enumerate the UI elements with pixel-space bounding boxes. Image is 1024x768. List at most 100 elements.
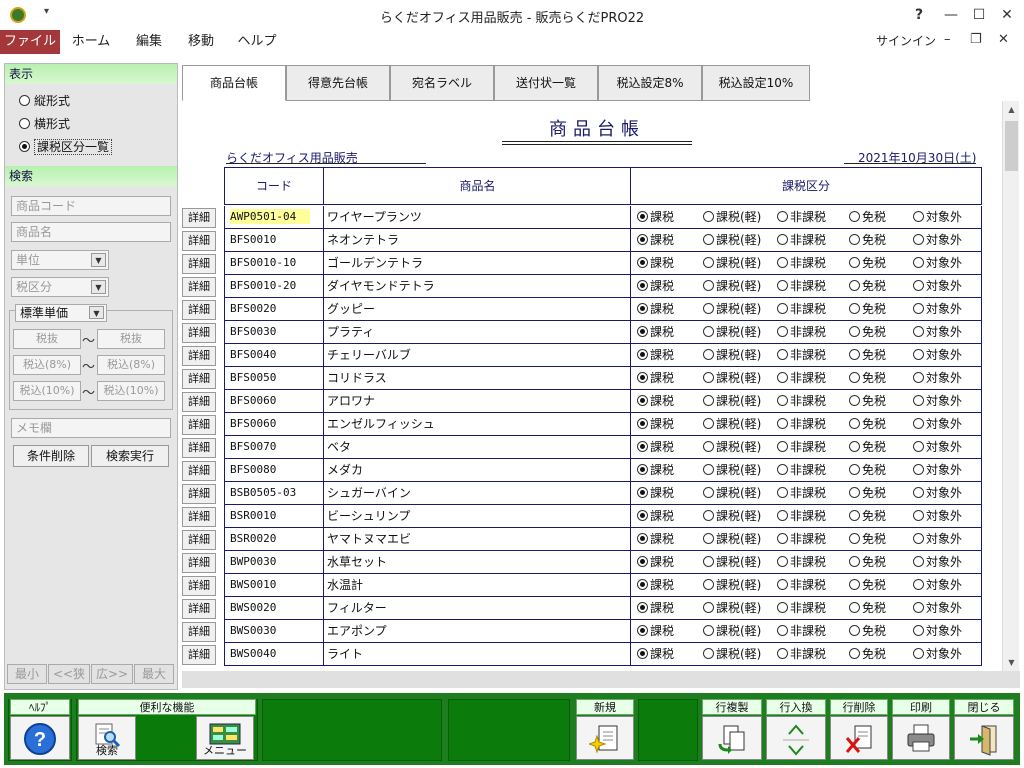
menu-home[interactable]: ホーム [66,30,116,54]
tax-option-radio[interactable]: 課税(軽) [703,367,761,389]
radio-tax-class-list[interactable]: 課税区分一覧 [19,138,113,156]
tax-option-radio[interactable]: 免税 [849,252,886,274]
tax-option-radio[interactable]: 非課税 [777,275,826,297]
print-button[interactable] [892,716,950,760]
product-name-cell[interactable]: プラティ [325,321,631,343]
product-name-cell[interactable]: フィルター [325,597,631,619]
tax-option-radio[interactable]: 非課税 [777,321,826,343]
tax-option-radio[interactable]: 課税 [637,390,674,412]
tax-option-radio[interactable]: 対象外 [913,321,962,343]
tax-option-radio[interactable]: 課税(軽) [703,344,761,366]
tax-option-radio[interactable]: 対象外 [913,229,962,251]
detail-button[interactable]: 詳細 [182,553,216,573]
new-button[interactable] [576,716,634,760]
tax-option-radio[interactable]: 課税 [637,229,674,251]
product-name-cell[interactable]: 水草セット [325,551,631,573]
tax-option-radio[interactable]: 課税(軽) [703,229,761,251]
tax-option-radio[interactable]: 課税(軽) [703,413,761,435]
tax-option-radio[interactable]: 免税 [849,574,886,596]
tax-excl-max-input[interactable]: 税抜 [97,329,165,349]
memo-input[interactable]: メモ欄 [11,418,171,438]
product-name-cell[interactable]: エアポンプ [325,620,631,642]
tab-tax-incl-10[interactable]: 税込設定10% [702,65,810,101]
menu-help[interactable]: ヘルプ [230,30,284,54]
detail-button[interactable]: 詳細 [182,346,216,366]
tax-option-radio[interactable]: 対象外 [913,574,962,596]
tax-incl8-max-input[interactable]: 税込(8%) [97,355,165,375]
vertical-scrollbar[interactable]: ▲ ▼ [1002,101,1019,671]
product-code-cell[interactable]: BWP0030 [225,551,324,573]
product-name-cell[interactable]: メダカ [325,459,631,481]
tab-address-label[interactable]: 宛名ラベル [390,65,494,101]
product-name-cell[interactable]: ビーシュリンプ [325,505,631,527]
tax-option-radio[interactable]: 課税(軽) [703,436,761,458]
detail-button[interactable]: 詳細 [182,461,216,481]
tax-option-radio[interactable]: 課税 [637,528,674,550]
detail-button[interactable]: 詳細 [182,507,216,527]
tax-option-radio[interactable]: 対象外 [913,206,962,228]
max-width-button[interactable]: 最大 [134,664,174,684]
detail-button[interactable]: 詳細 [182,300,216,320]
product-code-cell[interactable]: BSR0010 [225,505,324,527]
tax-option-radio[interactable]: 対象外 [913,551,962,573]
product-code-cell[interactable]: AWP0501-04 [225,206,324,228]
tax-incl10-min-input[interactable]: 税込(10%) [13,381,81,401]
product-name-input[interactable]: 商品名 [11,222,171,242]
detail-button[interactable]: 詳細 [182,576,216,596]
tax-option-radio[interactable]: 課税 [637,482,674,504]
tax-option-radio[interactable]: 免税 [849,528,886,550]
tax-option-radio[interactable]: 課税(軽) [703,459,761,481]
tax-incl10-max-input[interactable]: 税込(10%) [97,381,165,401]
widen-button[interactable]: 広>> [91,664,133,684]
tax-incl8-min-input[interactable]: 税込(8%) [13,355,81,375]
tab-tax-incl-8[interactable]: 税込設定8% [598,65,702,101]
tax-option-radio[interactable]: 対象外 [913,252,962,274]
tax-option-radio[interactable]: 非課税 [777,574,826,596]
product-code-cell[interactable]: BFS0030 [225,321,324,343]
product-code-cell[interactable]: BFS0010-10 [225,252,324,274]
tax-option-radio[interactable]: 課税 [637,413,674,435]
tax-option-radio[interactable]: 課税 [637,298,674,320]
tax-option-radio[interactable]: 課税 [637,505,674,527]
detail-button[interactable]: 詳細 [182,530,216,550]
tax-option-radio[interactable]: 免税 [849,505,886,527]
product-name-cell[interactable]: ゴールデンテトラ [325,252,631,274]
tax-option-radio[interactable]: 課税 [637,643,674,665]
tax-option-radio[interactable]: 免税 [849,390,886,412]
product-name-cell[interactable]: アロワナ [325,390,631,412]
detail-button[interactable]: 詳細 [182,208,216,228]
tax-option-radio[interactable]: 免税 [849,643,886,665]
detail-button[interactable]: 詳細 [182,277,216,297]
detail-button[interactable]: 詳細 [182,231,216,251]
swap-row-button[interactable] [766,716,826,760]
tax-option-radio[interactable]: 課税(軽) [703,528,761,550]
tax-option-radio[interactable]: 非課税 [777,551,826,573]
tax-option-radio[interactable]: 非課税 [777,597,826,619]
product-code-cell[interactable]: BFS0080 [225,459,324,481]
tax-option-radio[interactable]: 非課税 [777,643,826,665]
tax-option-radio[interactable]: 免税 [849,413,886,435]
detail-button[interactable]: 詳細 [182,599,216,619]
tax-option-radio[interactable]: 課税 [637,597,674,619]
tax-option-radio[interactable]: 対象外 [913,482,962,504]
tax-option-radio[interactable]: 免税 [849,367,886,389]
tax-option-radio[interactable]: 非課税 [777,436,826,458]
tab-product-ledger[interactable]: 商品台帳 [182,65,286,101]
detail-button[interactable]: 詳細 [182,415,216,435]
tax-option-radio[interactable]: 非課税 [777,367,826,389]
product-name-cell[interactable]: 水温計 [325,574,631,596]
tax-option-radio[interactable]: 非課税 [777,206,826,228]
tax-option-radio[interactable]: 課税 [637,206,674,228]
tax-option-radio[interactable]: 対象外 [913,298,962,320]
tax-option-radio[interactable]: 免税 [849,482,886,504]
tax-option-radio[interactable]: 非課税 [777,252,826,274]
product-code-cell[interactable]: BWS0030 [225,620,324,642]
min-width-button[interactable]: 最小 [7,664,47,684]
tax-option-radio[interactable]: 課税(軽) [703,620,761,642]
product-name-cell[interactable]: ライト [325,643,631,665]
ribbon-close-button[interactable]: ✕ [998,32,1009,47]
tax-option-radio[interactable]: 課税(軽) [703,574,761,596]
help-button[interactable]: ? [10,716,70,760]
delete-row-button[interactable] [830,716,888,760]
product-code-cell[interactable]: BFS0010 [225,229,324,251]
